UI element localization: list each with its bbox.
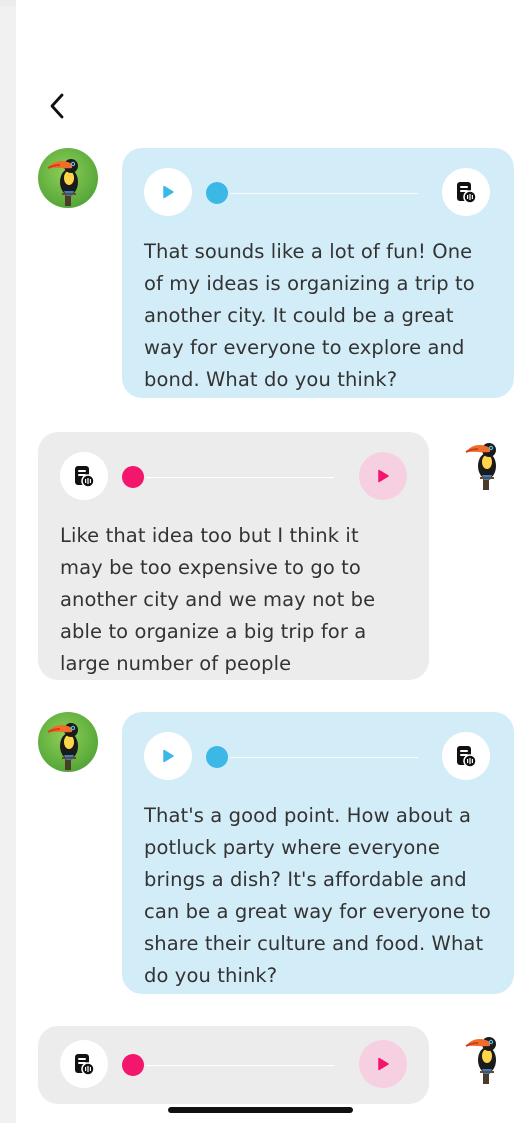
message-text: That's a good point. How about a potluck… (144, 804, 491, 987)
home-indicator[interactable] (168, 1107, 353, 1113)
assistant-message-bubble: That sounds like a lot of fun! One of my… (122, 148, 514, 398)
audio-scrubber-handle[interactable] (206, 182, 228, 204)
audio-scrubber-handle[interactable] (122, 466, 144, 488)
transcript-icon (75, 1054, 95, 1076)
audio-progress-track[interactable] (146, 1065, 334, 1066)
play-icon (378, 469, 389, 483)
audio-progress-track[interactable] (230, 193, 418, 194)
audio-player (144, 168, 492, 218)
audio-player (60, 1040, 407, 1090)
user-message-bubble (38, 1026, 429, 1104)
play-button[interactable] (359, 1040, 407, 1088)
audio-progress-track[interactable] (146, 477, 334, 478)
toucan-avatar-icon (465, 443, 496, 490)
audio-player (144, 732, 492, 782)
assistant-avatar (38, 712, 98, 772)
transcript-button[interactable] (442, 732, 490, 780)
toucan-avatar-icon (465, 1037, 496, 1084)
audio-player (60, 452, 407, 502)
play-button[interactable] (144, 168, 192, 216)
chat-screen: That sounds like a lot of fun! One of my… (16, 0, 519, 1123)
transcript-button[interactable] (60, 452, 108, 500)
back-button[interactable] (42, 88, 72, 124)
play-icon (378, 1057, 389, 1071)
audio-scrubber-handle[interactable] (206, 746, 228, 768)
user-message-bubble: Like that idea too but I think it may be… (38, 432, 429, 680)
play-icon (163, 185, 174, 199)
message-text: Like that idea too but I think it may be… (60, 524, 376, 675)
transcript-icon (457, 746, 477, 768)
toucan-avatar-icon (47, 159, 78, 206)
user-avatar (456, 432, 516, 492)
chevron-left-icon (50, 93, 64, 119)
play-button[interactable] (359, 452, 407, 500)
toucan-avatar-icon (47, 723, 78, 770)
message-text: That sounds like a lot of fun! One of my… (144, 240, 475, 391)
transcript-icon (75, 466, 95, 488)
transcript-button[interactable] (60, 1040, 108, 1088)
assistant-avatar (38, 148, 98, 208)
audio-scrubber-handle[interactable] (122, 1054, 144, 1076)
play-button[interactable] (144, 732, 192, 780)
assistant-message-bubble: That's a good point. How about a potluck… (122, 712, 514, 994)
play-icon (163, 749, 174, 763)
user-avatar (456, 1026, 516, 1086)
transcript-icon (457, 182, 477, 204)
transcript-button[interactable] (442, 168, 490, 216)
audio-progress-track[interactable] (230, 757, 418, 758)
